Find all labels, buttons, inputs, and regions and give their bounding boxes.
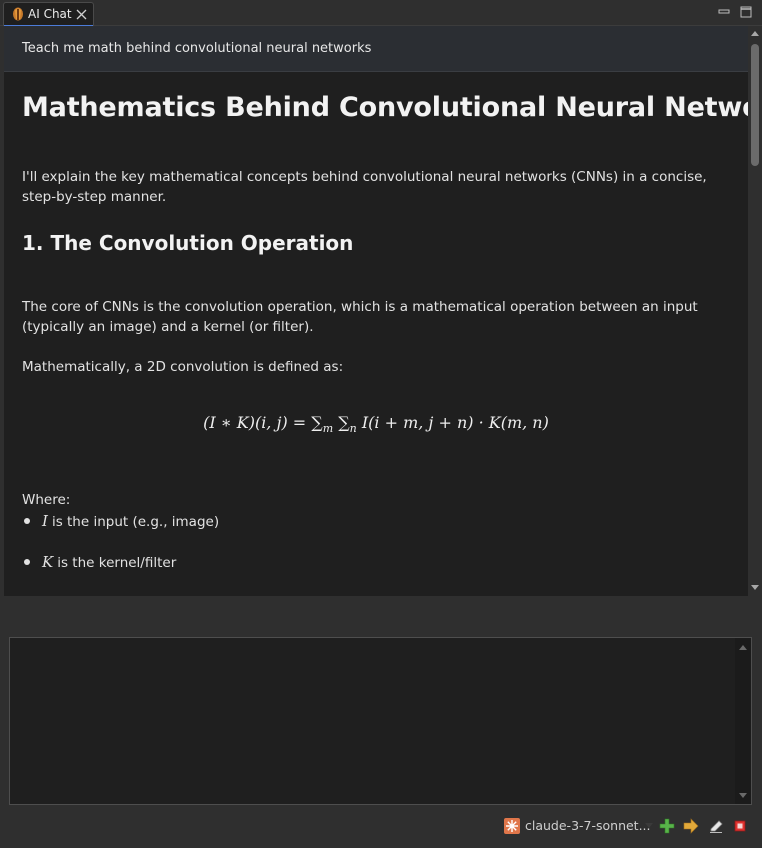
- chat-transcript[interactable]: Teach me math behind convolutional neura…: [4, 26, 748, 596]
- list-item: Kis the kernel/filter: [22, 553, 176, 571]
- convolution-formula: (I ∗ K)(i, j) = ∑m ∑n I(i + m, j + n) · …: [4, 413, 748, 435]
- bullet-icon: [24, 518, 30, 524]
- send-icon[interactable]: [683, 818, 699, 834]
- chat-scrollbar[interactable]: [748, 26, 762, 596]
- stop-icon[interactable]: [732, 818, 748, 834]
- where-label: Where:: [22, 492, 71, 508]
- math-variable: I: [42, 512, 48, 530]
- scroll-down-icon[interactable]: [738, 792, 748, 800]
- scroll-down-icon[interactable]: [750, 584, 760, 592]
- scrollbar-thumb[interactable]: [751, 44, 759, 166]
- input-scrollbar[interactable]: [735, 638, 751, 804]
- add-icon[interactable]: [659, 818, 675, 834]
- minimize-icon[interactable]: [718, 7, 730, 17]
- scroll-up-icon[interactable]: [750, 29, 760, 37]
- section-paragraph: The core of CNNs is the convolution oper…: [22, 299, 698, 335]
- close-icon[interactable]: [75, 7, 88, 21]
- list-item-text: is the kernel/filter: [57, 555, 177, 571]
- tab-ai-chat[interactable]: AI Chat: [3, 2, 94, 27]
- section-heading: 1. The Convolution Operation: [22, 231, 354, 255]
- user-message: Teach me math behind convolutional neura…: [4, 26, 748, 72]
- chevron-down-icon[interactable]: [645, 823, 653, 829]
- sparkle-icon: [506, 820, 518, 832]
- tab-title: AI Chat: [28, 7, 72, 21]
- response-intro: I'll explain the key mathematical concep…: [22, 169, 707, 205]
- user-message-text: Teach me math behind convolutional neura…: [22, 41, 372, 56]
- formula-sub-m: m: [322, 422, 334, 436]
- response-heading: Mathematics Behind Convolutional Neural …: [22, 92, 748, 123]
- scroll-up-icon[interactable]: [738, 643, 748, 651]
- formula-sub-n: n: [349, 422, 357, 436]
- ai-chat-icon: [13, 7, 23, 21]
- list-item-text: is the input (e.g., image): [51, 514, 220, 530]
- formula-sum: ∑: [333, 413, 350, 432]
- claude-model-icon[interactable]: [504, 818, 520, 834]
- math-variable: K: [42, 553, 54, 571]
- eraser-icon[interactable]: [708, 818, 724, 834]
- tab-bar: AI Chat: [0, 0, 762, 27]
- list-item: Iis the input (e.g., image): [22, 512, 219, 530]
- message-input[interactable]: [10, 638, 735, 804]
- message-input-container: [9, 637, 752, 805]
- definition-text: Mathematically, a 2D convolution is defi…: [22, 359, 344, 375]
- bullet-icon: [24, 559, 30, 565]
- maximize-icon[interactable]: [740, 6, 752, 18]
- formula-lhs: (I ∗ K)(i, j) = ∑: [203, 413, 323, 432]
- formula-rhs: I(i + m, j + n) · K(m, n): [356, 413, 549, 432]
- model-selector[interactable]: claude-3-7-sonnet...: [525, 818, 651, 833]
